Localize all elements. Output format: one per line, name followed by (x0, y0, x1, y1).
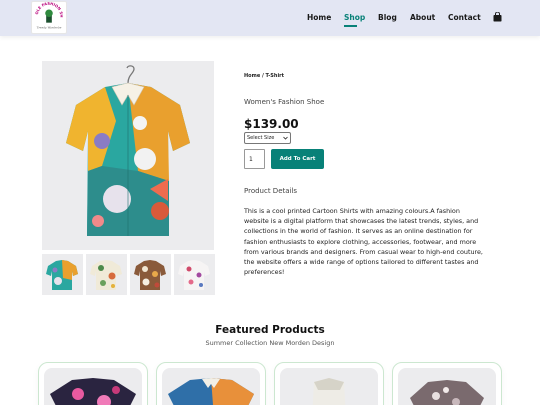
featured-product-card-4[interactable] (392, 362, 502, 405)
size-select-value: Select Size (247, 135, 275, 141)
thumbnail-4[interactable] (174, 254, 215, 295)
brand-logo[interactable]: OLE FASHION SHOP Trendy Wardrobe (31, 1, 67, 34)
thumbnail-2[interactable] (86, 254, 127, 295)
logo-subtext: Trendy Wardrobe (37, 25, 62, 29)
nav-active-underline (344, 25, 357, 27)
featured-product-card-1[interactable] (38, 362, 148, 405)
nav-shop[interactable]: Shop (344, 13, 365, 22)
nav-contact[interactable]: Contact (448, 13, 481, 22)
nav-blog[interactable]: Blog (378, 13, 397, 22)
thumbnail-3[interactable] (130, 254, 171, 295)
featured-product-card-3[interactable] (274, 362, 384, 405)
featured-product-image-3 (280, 368, 378, 405)
shopping-bag-icon[interactable] (493, 12, 502, 22)
featured-product-image-2 (162, 368, 260, 405)
featured-product-card-2[interactable] (156, 362, 266, 405)
chevron-down-icon (283, 136, 288, 140)
nav-home[interactable]: Home (307, 13, 331, 22)
quantity-value: 1 (249, 155, 253, 163)
product-name: Women's Fashion Shoe (244, 98, 325, 106)
size-select[interactable]: Select Size (244, 132, 291, 144)
product-details-text: This is a cool printed Cartoon Shirts wi… (244, 207, 483, 277)
featured-subtitle: Summer Collection New Morden Design (205, 339, 335, 347)
add-to-cart-button[interactable]: Add To Cart (271, 149, 324, 169)
quantity-input[interactable]: 1 (244, 149, 265, 169)
product-price: $139.00 (244, 117, 299, 131)
nav-about[interactable]: About (410, 13, 435, 22)
featured-product-image-1 (44, 368, 142, 405)
featured-title: Featured Products (215, 324, 325, 336)
product-main-image[interactable] (42, 61, 214, 250)
featured-product-image-4 (398, 368, 496, 405)
thumbnail-1[interactable] (42, 254, 83, 295)
product-details-heading: Product Details (244, 187, 298, 195)
breadcrumb: Home / T-Shirt (244, 73, 285, 79)
site-header: OLE FASHION SHOP Trendy Wardrobe Home Sh… (0, 0, 540, 36)
